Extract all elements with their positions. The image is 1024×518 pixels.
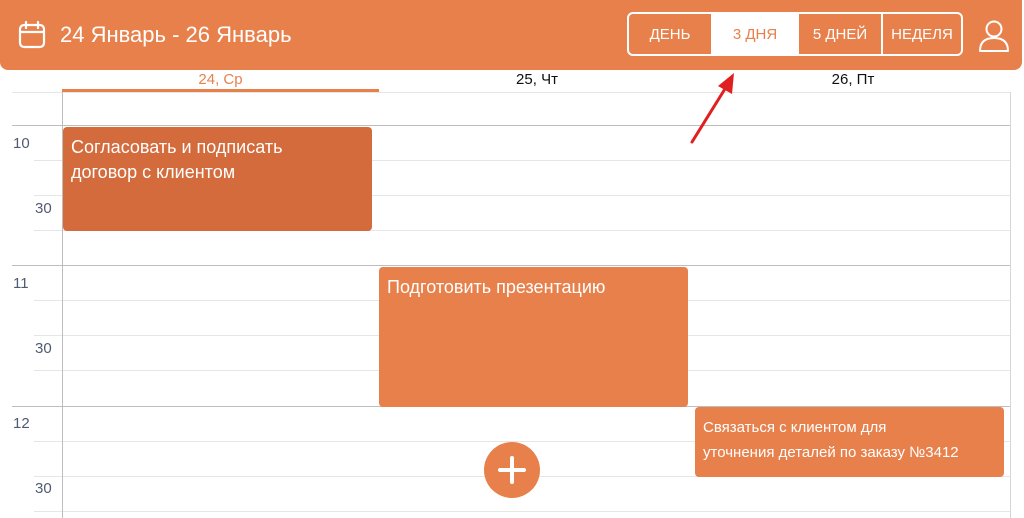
time-label-11: 11 [13, 275, 29, 292]
time-label-11-30: 30 [35, 340, 52, 357]
event-card-contract[interactable]: Согласовать и подписать договор с клиент… [63, 127, 372, 231]
hour-line [12, 125, 1010, 126]
view-switcher: ДЕНЬ 3 ДНЯ 5 ДНЕЙ НЕДЕЛЯ [627, 12, 963, 56]
view-day-button[interactable]: ДЕНЬ [629, 14, 711, 54]
event-title: Согласовать и подписать договор с клиент… [71, 137, 283, 182]
red-arrow-icon [690, 73, 734, 144]
event-card-presentation[interactable]: Подготовить презентацию [379, 267, 688, 407]
grid-line [34, 511, 1010, 512]
view-week-button[interactable]: НЕДЕЛЯ [881, 14, 961, 54]
day-header-thu[interactable]: 25, Чт [379, 71, 695, 93]
view-3-days-button[interactable]: 3 ДНЯ [711, 14, 797, 54]
add-event-button[interactable] [484, 442, 540, 498]
view-5-days-button[interactable]: 5 ДНЕЙ [797, 14, 881, 54]
time-label-12: 12 [13, 415, 30, 432]
grid-right-edge [1010, 92, 1011, 518]
time-label-10: 10 [13, 135, 30, 152]
user-icon[interactable] [976, 17, 1012, 53]
time-label-10-30: 30 [35, 200, 52, 217]
event-card-contact-client[interactable]: Связаться с клиентом для уточнения детал… [695, 407, 1004, 477]
time-label-12-30: 30 [35, 480, 52, 497]
calendar-header: 24 Январь - 26 Январь ДЕНЬ 3 ДНЯ 5 ДНЕЙ … [0, 0, 1022, 70]
hour-line [12, 265, 1010, 266]
grid-line [12, 92, 1010, 93]
plus-icon [498, 456, 526, 484]
event-title: Связаться с клиентом для уточнения детал… [703, 419, 959, 461]
event-title: Подготовить презентацию [387, 277, 606, 297]
calendar-icon[interactable] [18, 21, 46, 49]
date-range-title: 24 Январь - 26 Январь [60, 22, 292, 47]
